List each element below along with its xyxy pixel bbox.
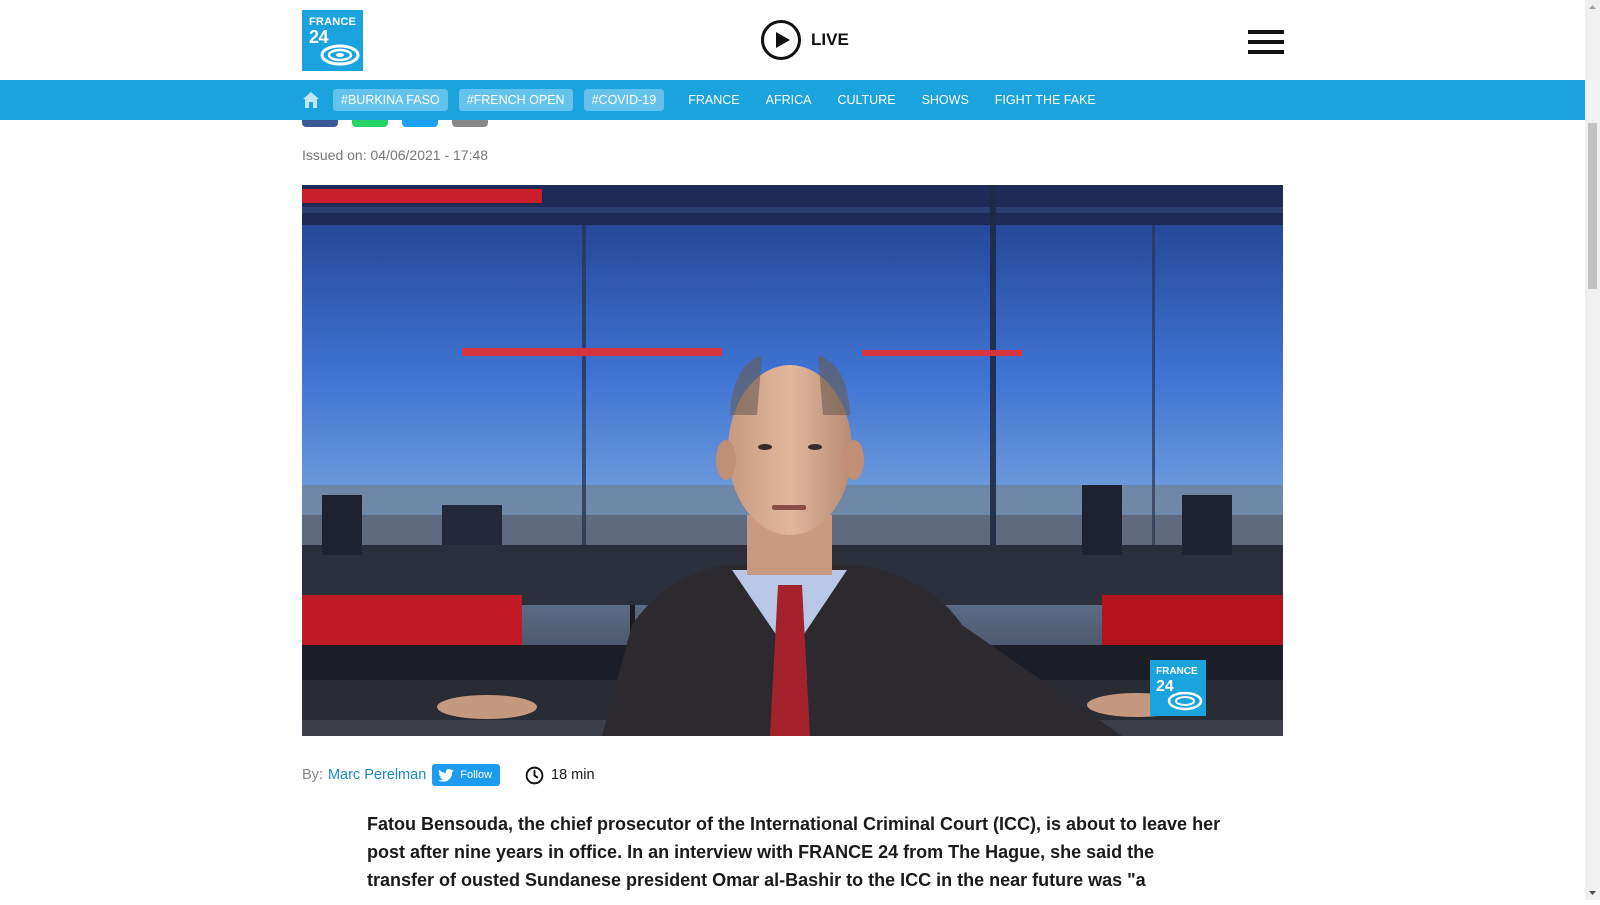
- article-hero-image[interactable]: FRANCE 24: [302, 185, 1283, 736]
- follow-label: Follow: [460, 769, 493, 781]
- france24-logo[interactable]: FRANCE 24: [302, 10, 363, 71]
- lead-line: transfer of ousted Sundanese president O…: [367, 870, 1146, 890]
- twitter-follow-button[interactable]: Follow: [432, 764, 501, 786]
- whatsapp-share-button[interactable]: [352, 120, 388, 127]
- read-time: 18 min: [525, 764, 595, 786]
- hero-logo-line1: FRANCE: [1156, 666, 1198, 677]
- by-label: By:: [302, 767, 323, 783]
- hero-logo-line2: 24: [1156, 678, 1174, 695]
- author-link[interactable]: Marc Perelman: [328, 767, 426, 783]
- scroll-up-arrow-icon[interactable]: [1585, 0, 1600, 15]
- live-button[interactable]: LIVE: [761, 18, 849, 62]
- nav-tag-burkina-faso[interactable]: #BURKINA FASO: [333, 89, 448, 111]
- hamburger-menu-icon[interactable]: [1248, 30, 1284, 54]
- lead-line: Fatou Bensouda, the chief prosecutor of …: [367, 814, 1221, 834]
- scroll-down-arrow-icon[interactable]: [1585, 885, 1600, 900]
- play-icon: [761, 20, 801, 60]
- facebook-share-button[interactable]: [302, 120, 338, 127]
- byline: By: Marc Perelman Follow: [302, 764, 501, 786]
- twitter-bird-icon: [438, 768, 455, 782]
- nav-link-shows[interactable]: SHOWS: [922, 93, 969, 107]
- nav-link-fight-the-fake[interactable]: FIGHT THE FAKE: [995, 93, 1096, 107]
- home-icon[interactable]: [302, 91, 320, 109]
- nav-tag-covid-19[interactable]: #COVID-19: [583, 89, 665, 111]
- twitter-share-button[interactable]: [402, 120, 438, 127]
- article-lead: Fatou Bensouda, the chief prosecutor of …: [367, 810, 1227, 894]
- clock-icon: [525, 766, 544, 784]
- logo-swirl-icon: [320, 44, 360, 66]
- main-nav: #BURKINA FASO #FRENCH OPEN #COVID-19 FRA…: [0, 80, 1585, 120]
- issued-date: Issued on: 04/06/2021 - 17:48: [302, 147, 489, 163]
- site-header: FRANCE 24 LIVE: [0, 0, 1585, 80]
- nav-link-africa[interactable]: AFRICA: [766, 93, 812, 107]
- nav-tag-french-open[interactable]: #FRENCH OPEN: [458, 89, 573, 111]
- nav-link-france[interactable]: FRANCE: [688, 93, 739, 107]
- live-label: LIVE: [811, 30, 849, 49]
- lead-line: post after nine years in office. In an i…: [367, 842, 1155, 862]
- nav-link-culture[interactable]: CULTURE: [837, 93, 895, 107]
- page-scrollbar[interactable]: [1585, 0, 1600, 900]
- email-share-button[interactable]: [452, 120, 488, 127]
- read-time-label: 18 min: [551, 767, 595, 783]
- scrollbar-thumb[interactable]: [1588, 123, 1597, 289]
